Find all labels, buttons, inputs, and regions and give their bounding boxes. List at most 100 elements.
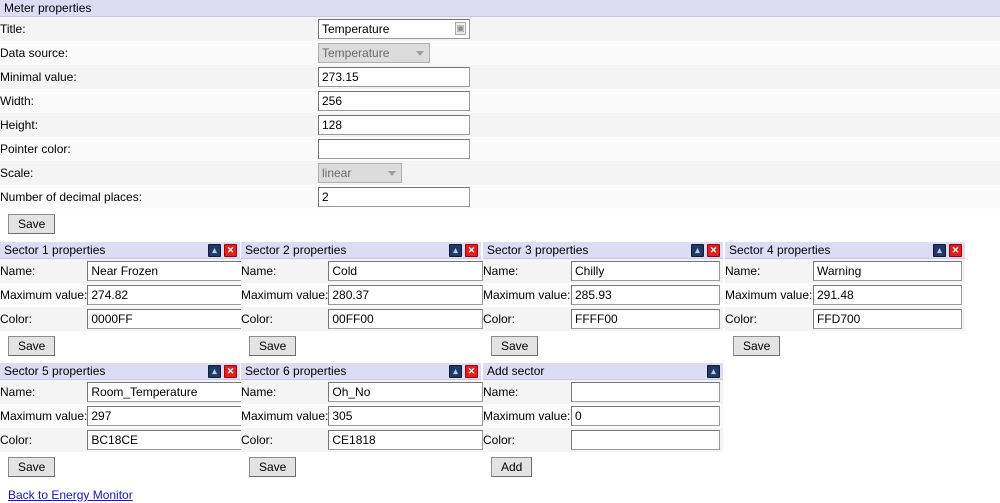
sector-3-color-input[interactable] [571, 309, 720, 329]
sector-4-panel: Sector 4 properties ▴ ✕ Name: Maximum va… [725, 242, 965, 356]
sector-2-row-color: Color: [241, 307, 484, 331]
label-maximum-value: Maximum value: [725, 288, 813, 302]
add-sector-row-color: Color: [483, 428, 723, 452]
sector-1-name-input[interactable] [87, 261, 243, 281]
close-icon[interactable]: ✕ [224, 365, 237, 378]
sector-3-header: Sector 3 properties ▴ ✕ [483, 242, 723, 259]
sector-2-save-button[interactable]: Save [249, 336, 297, 356]
meter-row-pointer-color: Pointer color: [0, 137, 1000, 161]
label-color: Color: [483, 312, 516, 326]
sector-6-title: Sector 6 properties [245, 364, 347, 378]
scale-select[interactable]: linear [318, 163, 402, 183]
label-pointer-color: Pointer color: [0, 142, 71, 156]
label-color: Color: [241, 312, 274, 326]
collapse-icon[interactable]: ▴ [208, 365, 221, 378]
sector-4-color-input[interactable] [813, 309, 962, 329]
sector-4-name-input[interactable] [813, 261, 962, 281]
sector-1-row-max: Maximum value: [0, 283, 243, 307]
pointer-color-input[interactable] [318, 139, 470, 159]
add-sector-row-name: Name: [483, 380, 723, 404]
label-name: Name: [483, 385, 519, 399]
meter-properties-header: Meter properties [0, 0, 1000, 17]
meter-save-button[interactable]: Save [8, 214, 56, 234]
sector-4-row-color: Color: [725, 307, 965, 331]
label-decimal-places: Number of decimal places: [0, 190, 143, 204]
label-name: Name: [0, 264, 36, 278]
sector-4-save-row: Save [725, 331, 965, 356]
sector-5-save-button[interactable]: Save [8, 457, 56, 477]
sector-1-max-input[interactable] [87, 285, 243, 305]
chevron-down-icon [388, 171, 396, 176]
sector-6-color-input[interactable] [328, 430, 484, 450]
sector-6-name-input[interactable] [328, 382, 484, 402]
back-to-energy-monitor-link[interactable]: Back to Energy Monitor [8, 488, 133, 502]
sector-5-form: Name: Maximum value: Color: [0, 380, 243, 452]
label-minimal-value: Minimal value: [0, 70, 77, 84]
minimal-value-input[interactable] [318, 67, 470, 87]
sector-5-header-icons: ▴ ✕ [208, 365, 237, 378]
collapse-icon[interactable]: ▴ [449, 244, 462, 257]
add-sector-title: Add sector [487, 364, 545, 378]
sector-6-max-input[interactable] [328, 406, 484, 426]
close-icon[interactable]: ✕ [224, 244, 237, 257]
sector-2-max-input[interactable] [328, 285, 484, 305]
sector-2-color-input[interactable] [328, 309, 484, 329]
meter-save-row: Save [0, 209, 1000, 234]
sector-3-save-button[interactable]: Save [491, 336, 539, 356]
title-input[interactable] [318, 19, 470, 39]
sector-6-save-button[interactable]: Save [249, 457, 297, 477]
sector-3-panel: Sector 3 properties ▴ ✕ Name: Maximum va… [483, 242, 723, 356]
height-input[interactable] [318, 115, 470, 135]
sector-1-color-input[interactable] [87, 309, 243, 329]
sector-6-row-color: Color: [241, 428, 484, 452]
data-source-select[interactable]: Temperature [318, 43, 430, 63]
label-maximum-value: Maximum value: [0, 288, 88, 302]
close-icon[interactable]: ✕ [465, 365, 478, 378]
label-name: Name: [241, 385, 277, 399]
add-sector-max-input[interactable] [571, 406, 720, 426]
sector-5-name-input[interactable] [87, 382, 243, 402]
collapse-icon[interactable]: ▴ [208, 244, 221, 257]
sector-5-color-input[interactable] [87, 430, 243, 450]
sector-5-row-name: Name: [0, 380, 243, 404]
meter-properties-panel: Meter properties Title: ▣ Data source: T… [0, 0, 1000, 234]
close-icon[interactable]: ✕ [465, 244, 478, 257]
collapse-icon[interactable]: ▴ [449, 365, 462, 378]
add-sector-color-input[interactable] [571, 430, 720, 450]
sector-5-max-input[interactable] [87, 406, 243, 426]
meter-row-minimal-value: Minimal value: [0, 65, 1000, 89]
add-sector-add-button[interactable]: Add [491, 457, 533, 477]
sector-2-save-row: Save [241, 331, 481, 356]
sector-1-header-icons: ▴ ✕ [208, 244, 237, 257]
sector-2-name-input[interactable] [328, 261, 484, 281]
width-input[interactable] [318, 91, 470, 111]
spellcheck-icon[interactable]: ▣ [455, 22, 466, 35]
close-icon[interactable]: ✕ [949, 244, 962, 257]
sector-4-save-button[interactable]: Save [733, 336, 781, 356]
meter-row-width: Width: [0, 89, 1000, 113]
sector-3-max-input[interactable] [571, 285, 720, 305]
add-sector-name-input[interactable] [571, 382, 720, 402]
sector-2-row-max: Maximum value: [241, 283, 484, 307]
data-source-value: Temperature [322, 46, 390, 60]
sector-5-row-color: Color: [0, 428, 243, 452]
close-icon[interactable]: ✕ [707, 244, 720, 257]
meter-row-height: Height: [0, 113, 1000, 137]
sector-2-header-icons: ▴ ✕ [449, 244, 478, 257]
meter-row-scale: Scale: linear [0, 161, 1000, 185]
label-color: Color: [725, 312, 758, 326]
sector-1-panel: Sector 1 properties ▴ ✕ Name: Maximum va… [0, 242, 243, 356]
collapse-icon[interactable]: ▴ [707, 365, 720, 378]
collapse-icon[interactable]: ▴ [933, 244, 946, 257]
decimal-places-input[interactable] [318, 187, 470, 207]
label-color: Color: [0, 312, 33, 326]
add-sector-header-icons: ▴ [707, 365, 720, 378]
sector-4-max-input[interactable] [813, 285, 962, 305]
sector-3-name-input[interactable] [571, 261, 720, 281]
sector-1-save-button[interactable]: Save [8, 336, 56, 356]
label-title: Title: [0, 22, 26, 36]
sector-2-panel: Sector 2 properties ▴ ✕ Name: Maximum va… [241, 242, 484, 356]
label-height: Height: [0, 118, 39, 132]
collapse-icon[interactable]: ▴ [691, 244, 704, 257]
add-sector-form: Name: Maximum value: Color: [483, 380, 723, 452]
